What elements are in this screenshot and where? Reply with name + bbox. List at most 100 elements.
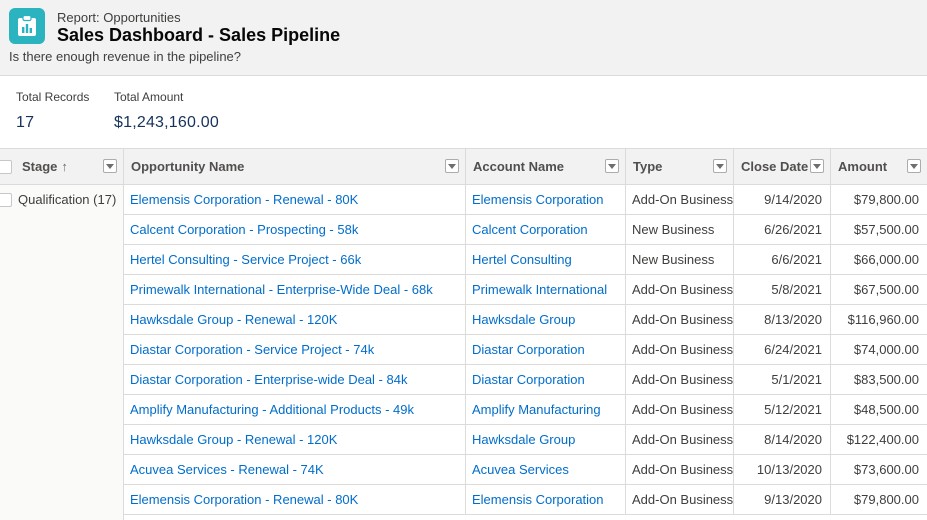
column-menu-chevron-down-icon[interactable]	[810, 159, 824, 173]
amount-cell: $79,800.00	[853, 492, 919, 507]
report-summary: Total Records 17 Total Amount $1,243,160…	[0, 90, 927, 148]
account-link[interactable]: Amplify Manufacturing	[466, 395, 626, 424]
close-date-cell: 6/6/2021	[734, 245, 831, 274]
column-menu-chevron-down-icon[interactable]	[605, 159, 619, 173]
account-link[interactable]: Diastar Corporation	[466, 335, 626, 364]
type-cell: Add-On Business	[626, 275, 734, 304]
total-amount-value: $1,243,160.00	[114, 114, 219, 131]
opportunity-link[interactable]: Hawksdale Group - Renewal - 120K	[124, 305, 466, 334]
report-table: Stage ↑ Opportunity Name Account Name Typ…	[0, 148, 927, 520]
amount-cell: $74,000.00	[853, 342, 919, 357]
opportunity-link[interactable]: Elemensis Corporation - Renewal - 80K	[124, 485, 466, 514]
opportunity-link[interactable]: Primewalk International - Enterprise-Wid…	[124, 275, 466, 304]
close-date-cell: 9/13/2020	[734, 485, 831, 514]
opportunity-link[interactable]: Acuvea Services - Renewal - 74K	[124, 455, 466, 484]
close-date-cell: 10/13/2020	[734, 455, 831, 484]
table-row: Hawksdale Group - Renewal - 120K Hawksda…	[124, 305, 927, 335]
table-row: Diastar Corporation - Enterprise-wide De…	[124, 365, 927, 395]
opportunity-link[interactable]: Amplify Manufacturing - Additional Produ…	[124, 395, 466, 424]
type-cell: New Business	[626, 215, 734, 244]
column-header-opportunity-name[interactable]: Opportunity Name	[124, 149, 466, 185]
column-header-close-date[interactable]: Close Date	[734, 149, 831, 185]
type-cell: Add-On Business	[626, 485, 734, 514]
table-row: Calcent Corporation - Prospecting - 58k …	[124, 215, 927, 245]
select-all-checkbox[interactable]	[0, 160, 12, 174]
total-records-value: 17	[16, 114, 35, 131]
account-link[interactable]: Hertel Consulting	[466, 245, 626, 274]
table-row: Hawksdale Group - Renewal - 120K Hawksda…	[124, 425, 927, 455]
opportunity-link[interactable]: Calcent Corporation - Prospecting - 58k	[124, 215, 466, 244]
amount-cell: $66,000.00	[853, 252, 919, 267]
report-icon	[9, 8, 45, 44]
report-header: Report: Opportunities Sales Dashboard - …	[0, 0, 927, 76]
table-row: Acuvea Services - Renewal - 74K Acuvea S…	[124, 455, 927, 485]
amount-cell: $57,500.00	[853, 222, 919, 237]
opportunity-link[interactable]: Diastar Corporation - Service Project - …	[124, 335, 466, 364]
column-header-type[interactable]: Type	[626, 149, 734, 185]
table-row: Hertel Consulting - Service Project - 66…	[124, 245, 927, 275]
amount-cell: $122,400.00	[846, 432, 919, 447]
total-records-label: Total Records	[16, 90, 90, 104]
sort-ascending-icon: ↑	[61, 159, 68, 174]
table-header: Stage ↑ Opportunity Name Account Name Typ…	[0, 149, 927, 185]
column-header-amount[interactable]: Amount	[831, 149, 927, 185]
total-amount-label: Total Amount	[114, 90, 184, 104]
close-date-cell: 6/24/2021	[734, 335, 831, 364]
group-row-qualification[interactable]: Qualification (17)	[0, 185, 124, 215]
group-label: Qualification (17)	[18, 192, 117, 207]
account-link[interactable]: Elemensis Corporation	[466, 185, 626, 214]
table-row: Elemensis Corporation - Renewal - 80K El…	[124, 185, 927, 215]
account-link[interactable]: Diastar Corporation	[466, 365, 626, 394]
close-date-cell: 5/1/2021	[734, 365, 831, 394]
table-row: Primewalk International - Enterprise-Wid…	[124, 275, 927, 305]
close-date-cell: 6/26/2021	[734, 215, 831, 244]
table-row: Amplify Manufacturing - Additional Produ…	[124, 395, 927, 425]
column-menu-chevron-down-icon[interactable]	[713, 159, 727, 173]
type-cell: Add-On Business	[626, 335, 734, 364]
opportunity-link[interactable]: Elemensis Corporation - Renewal - 80K	[124, 185, 466, 214]
column-menu-chevron-down-icon[interactable]	[103, 159, 117, 173]
account-link[interactable]: Acuvea Services	[466, 455, 626, 484]
column-menu-chevron-down-icon[interactable]	[907, 159, 921, 173]
account-link[interactable]: Hawksdale Group	[466, 305, 626, 334]
type-cell: Add-On Business	[626, 365, 734, 394]
column-label-amount: Amount	[838, 159, 888, 174]
table-row: Diastar Corporation - Service Project - …	[124, 335, 927, 365]
group-column: Qualification (17)	[0, 185, 124, 520]
report-type-label: Report: Opportunities	[57, 10, 181, 25]
table-row: Elemensis Corporation - Renewal - 80K El…	[124, 485, 927, 515]
type-cell: Add-On Business	[626, 425, 734, 454]
close-date-cell: 8/14/2020	[734, 425, 831, 454]
type-cell: New Business	[626, 245, 734, 274]
column-label-opportunity: Opportunity Name	[131, 159, 245, 174]
table-body: Elemensis Corporation - Renewal - 80K El…	[124, 185, 927, 515]
opportunity-link[interactable]: Hawksdale Group - Renewal - 120K	[124, 425, 466, 454]
close-date-cell: 9/14/2020	[734, 185, 831, 214]
amount-cell: $48,500.00	[853, 402, 919, 417]
amount-cell: $67,500.00	[853, 282, 919, 297]
account-link[interactable]: Hawksdale Group	[466, 425, 626, 454]
column-menu-chevron-down-icon[interactable]	[445, 159, 459, 173]
account-link[interactable]: Elemensis Corporation	[466, 485, 626, 514]
close-date-cell: 5/8/2021	[734, 275, 831, 304]
total-amount-metric: Total Amount $1,243,160.00	[114, 90, 219, 132]
total-records-metric: Total Records 17	[16, 90, 89, 132]
type-cell: Add-On Business	[626, 185, 734, 214]
column-label-account: Account Name	[473, 159, 565, 174]
column-label-stage: Stage	[22, 159, 58, 174]
opportunity-link[interactable]: Diastar Corporation - Enterprise-wide De…	[124, 365, 466, 394]
column-header-account-name[interactable]: Account Name	[466, 149, 626, 185]
group-checkbox[interactable]	[0, 193, 12, 207]
column-label-close-date: Close Date	[741, 159, 809, 174]
opportunity-link[interactable]: Hertel Consulting - Service Project - 66…	[124, 245, 466, 274]
account-link[interactable]: Calcent Corporation	[466, 215, 626, 244]
report-description: Is there enough revenue in the pipeline?	[9, 49, 242, 64]
amount-cell: $116,960.00	[847, 312, 919, 327]
account-link[interactable]: Primewalk International	[466, 275, 626, 304]
type-cell: Add-On Business	[626, 395, 734, 424]
page-title: Sales Dashboard - Sales Pipeline	[57, 25, 341, 45]
amount-cell: $83,500.00	[853, 372, 919, 387]
amount-cell: $73,600.00	[853, 462, 919, 477]
column-label-type: Type	[633, 159, 663, 174]
column-header-stage[interactable]: Stage ↑	[0, 149, 124, 185]
